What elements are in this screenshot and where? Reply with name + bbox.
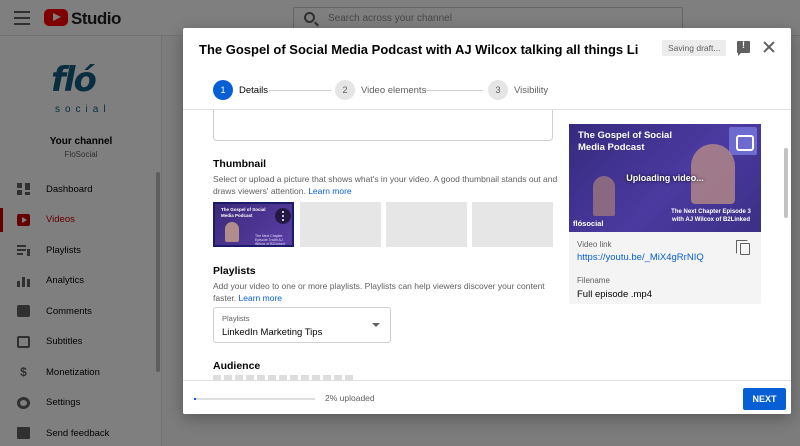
step-label: Video elements xyxy=(361,84,427,96)
thumbnail-options: The Gospel of Social Media Podcast The N… xyxy=(213,202,553,247)
playlists-description: Add your video to one or more playlists.… xyxy=(213,280,558,304)
thumbnail-learn-more-link[interactable]: Learn more xyxy=(308,186,351,196)
video-preview[interactable]: The Gospel of Social Media Podcast Uploa… xyxy=(569,124,761,232)
preview-video-subtitle: The Next Chapter Episode 3 with AJ Wilco… xyxy=(671,209,751,223)
thumbnail-option[interactable] xyxy=(300,202,381,247)
step-details[interactable]: 1 Details xyxy=(213,80,268,100)
step-number: 3 xyxy=(488,80,508,100)
video-preview-card: The Gospel of Social Media Podcast Uploa… xyxy=(569,124,761,304)
description-field[interactable] xyxy=(213,110,553,141)
upload-stepper: 1 Details 2 Video elements 3 Visibility xyxy=(183,70,791,110)
step-label: Details xyxy=(239,84,269,96)
thumbnail-heading: Thumbnail xyxy=(213,158,267,170)
preview-logo-text: flósocial xyxy=(573,219,604,228)
upload-progress-fill xyxy=(194,398,197,400)
upload-dialog: The Gospel of Social Media Podcast with … xyxy=(183,28,791,414)
thumbnail-person-image xyxy=(225,222,239,242)
upload-progress-bar xyxy=(194,398,315,400)
copy-icon[interactable] xyxy=(736,240,750,255)
thumbnail-description-text: Select or upload a picture that shows wh… xyxy=(213,174,558,196)
chevron-down-icon xyxy=(372,323,380,327)
audience-heading: Audience xyxy=(213,360,261,372)
playlist-selected-value: LinkedIn Marketing Tips xyxy=(222,327,323,338)
step-label: Visibility xyxy=(514,84,549,96)
playlists-heading: Playlists xyxy=(213,265,256,277)
report-feedback-icon[interactable] xyxy=(737,40,750,56)
step-number: 2 xyxy=(335,80,355,100)
details-form: Thumbnail Select or upload a picture tha… xyxy=(183,110,791,380)
step-visibility[interactable]: 3 Visibility xyxy=(488,80,548,100)
next-button[interactable]: NEXT xyxy=(743,388,786,410)
step-connector xyxy=(269,90,331,91)
podcast-badge-icon xyxy=(729,127,757,155)
step-connector xyxy=(423,90,483,91)
thumbnail-option-selected[interactable]: The Gospel of Social Media Podcast The N… xyxy=(213,202,294,247)
close-icon[interactable] xyxy=(761,39,777,55)
playlist-dropdown-label: Playlists xyxy=(222,314,250,323)
dialog-scrollbar[interactable] xyxy=(784,148,788,218)
saving-status-badge: Saving draft... xyxy=(662,40,727,56)
thumbnail-description: Select or upload a picture that shows wh… xyxy=(213,173,558,197)
dialog-header: The Gospel of Social Media Podcast with … xyxy=(183,28,791,70)
dialog-footer: 2% uploaded NEXT xyxy=(183,380,791,414)
thumbnail-title-text: The Gospel of Social Media Podcast xyxy=(221,207,266,218)
step-number: 1 xyxy=(213,80,233,100)
step-video-elements[interactable]: 2 Video elements xyxy=(335,80,426,100)
dialog-title: The Gospel of Social Media Podcast with … xyxy=(199,42,639,57)
upload-status-text: 2% uploaded xyxy=(325,393,375,403)
thumbnail-subtitle-text: The Next Chapter Episode 3 with AJ Wilco… xyxy=(255,234,285,246)
uploading-status: Uploading video... xyxy=(626,173,704,183)
filename-value: Full episode .mp4 xyxy=(577,289,652,300)
thumbnail-option[interactable] xyxy=(472,202,553,247)
video-link[interactable]: https://youtu.be/_MiX4gRrNIQ xyxy=(577,252,704,263)
playlists-learn-more-link[interactable]: Learn more xyxy=(239,293,282,303)
playlist-dropdown[interactable]: Playlists LinkedIn Marketing Tips xyxy=(213,307,391,343)
filename-label: Filename xyxy=(577,276,610,285)
video-link-label: Video link xyxy=(577,240,612,249)
thumbnail-option[interactable] xyxy=(386,202,467,247)
more-options-icon[interactable] xyxy=(275,208,291,224)
preview-video-title: The Gospel of Social Media Podcast xyxy=(578,130,672,153)
